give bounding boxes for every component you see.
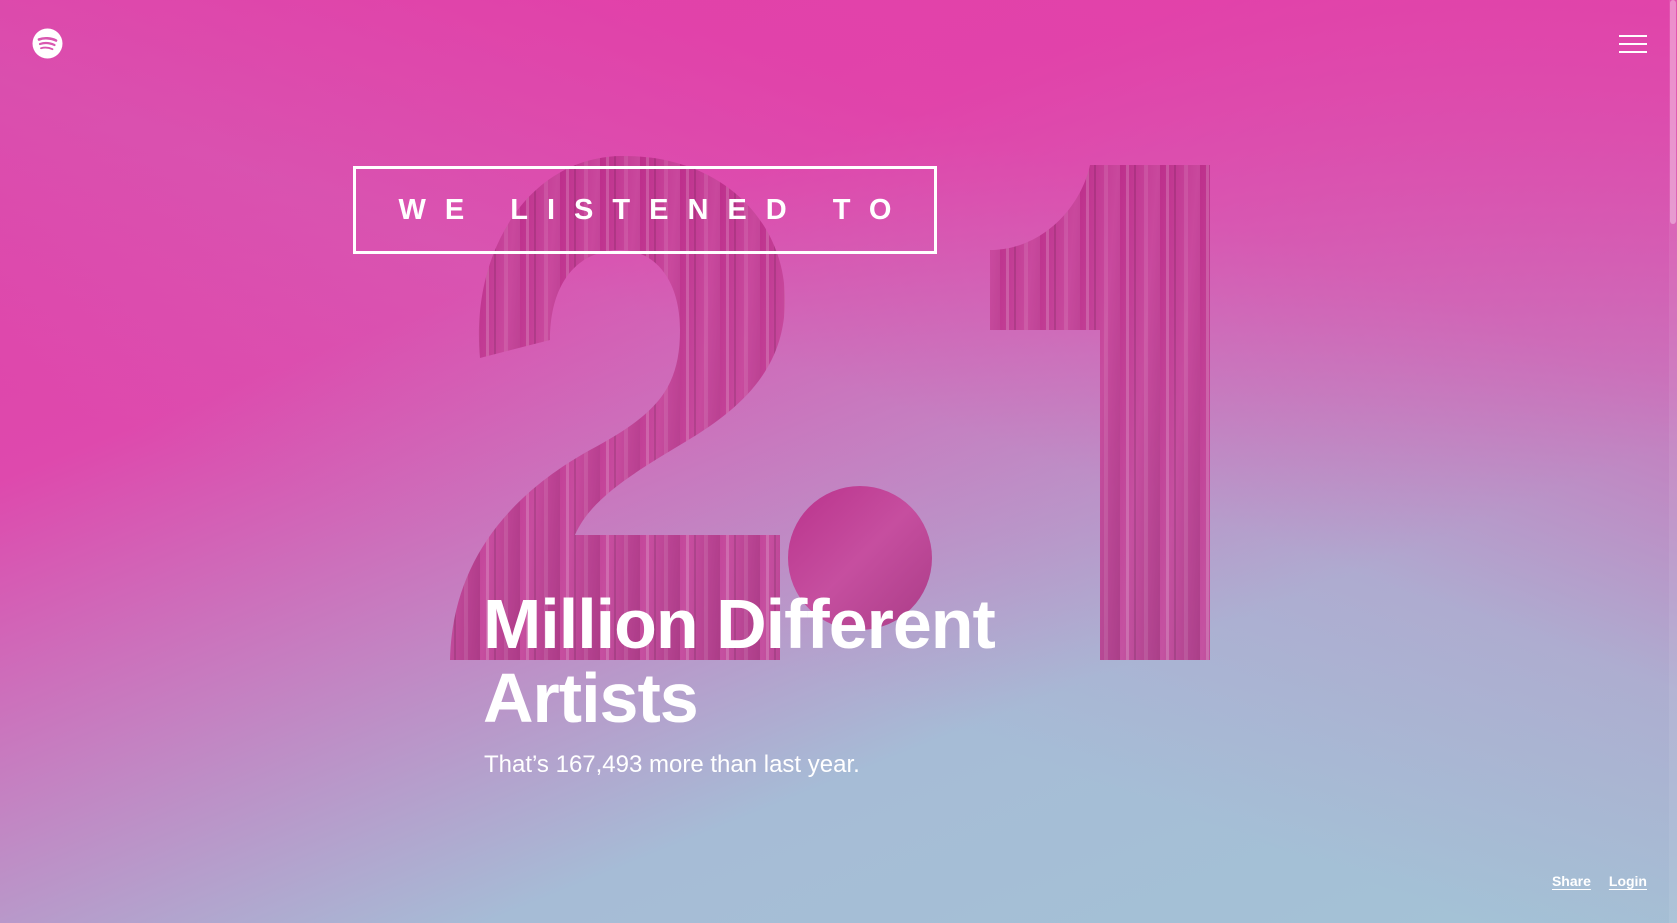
scrollbar-thumb[interactable]: [1670, 0, 1676, 224]
footer-links: Share Login: [1552, 873, 1647, 889]
share-link[interactable]: Share: [1552, 873, 1591, 889]
login-link[interactable]: Login: [1609, 873, 1647, 889]
hamburger-menu-icon[interactable]: [1619, 33, 1647, 55]
stat-subtitle: That’s 167,493 more than last year.: [484, 751, 860, 778]
scrollbar[interactable]: [1669, 0, 1677, 923]
kicker-heading: WE LISTENED TO: [353, 166, 937, 254]
spotify-logo-icon[interactable]: [32, 28, 63, 59]
stat-title: Million Different Artists: [483, 585, 996, 737]
